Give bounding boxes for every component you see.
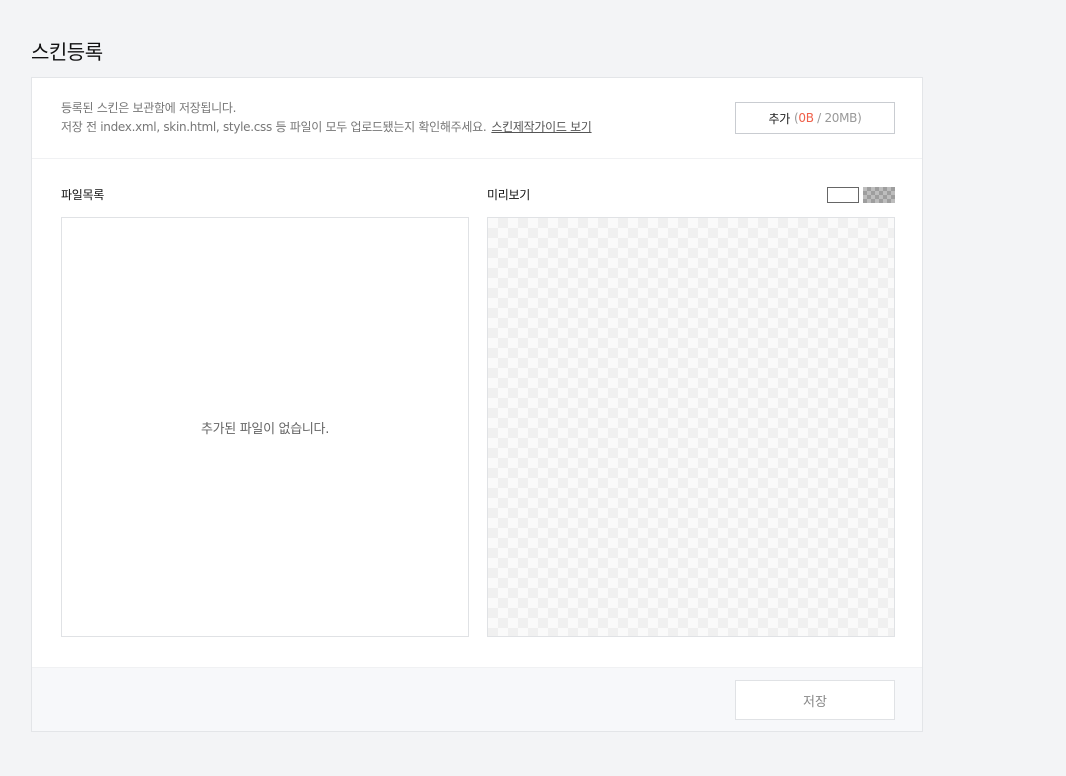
- white-background-toggle[interactable]: [827, 187, 859, 203]
- info-line-2-text: 저장 전 index.xml, skin.html, style.css 등 파…: [61, 120, 487, 134]
- info-line-2: 저장 전 index.xml, skin.html, style.css 등 파…: [61, 118, 592, 137]
- preview-label: 미리보기: [487, 188, 530, 202]
- add-button-label: 추가: [768, 111, 791, 126]
- skin-guide-link[interactable]: 스킨제작가이드 보기: [491, 120, 591, 134]
- save-button[interactable]: 저장: [735, 680, 895, 720]
- file-list-label: 파일목록: [61, 188, 104, 202]
- checker-background-toggle[interactable]: [863, 187, 895, 203]
- file-list-box[interactable]: 추가된 파일이 없습니다.: [61, 217, 469, 637]
- skin-register-panel: 등록된 스킨은 보관함에 저장됩니다. 저장 전 index.xml, skin…: [31, 77, 923, 732]
- file-list-empty-message: 추가된 파일이 없습니다.: [200, 421, 330, 437]
- storage-limit: 20MB: [824, 111, 858, 125]
- add-button-close-paren: ): [857, 111, 862, 125]
- page-title: 스킨등록: [31, 40, 103, 64]
- footer-bar: 저장: [32, 667, 922, 731]
- storage-used: 0B: [798, 111, 814, 125]
- add-file-button[interactable]: 추가 ( 0B / 20MB ): [735, 102, 895, 134]
- info-line-1: 등록된 스킨은 보관함에 저장됩니다.: [61, 101, 237, 115]
- preview-box: [487, 217, 895, 637]
- info-section: 등록된 스킨은 보관함에 저장됩니다. 저장 전 index.xml, skin…: [32, 78, 922, 159]
- storage-separator: /: [813, 111, 825, 125]
- info-text: 등록된 스킨은 보관함에 저장됩니다. 저장 전 index.xml, skin…: [61, 99, 592, 137]
